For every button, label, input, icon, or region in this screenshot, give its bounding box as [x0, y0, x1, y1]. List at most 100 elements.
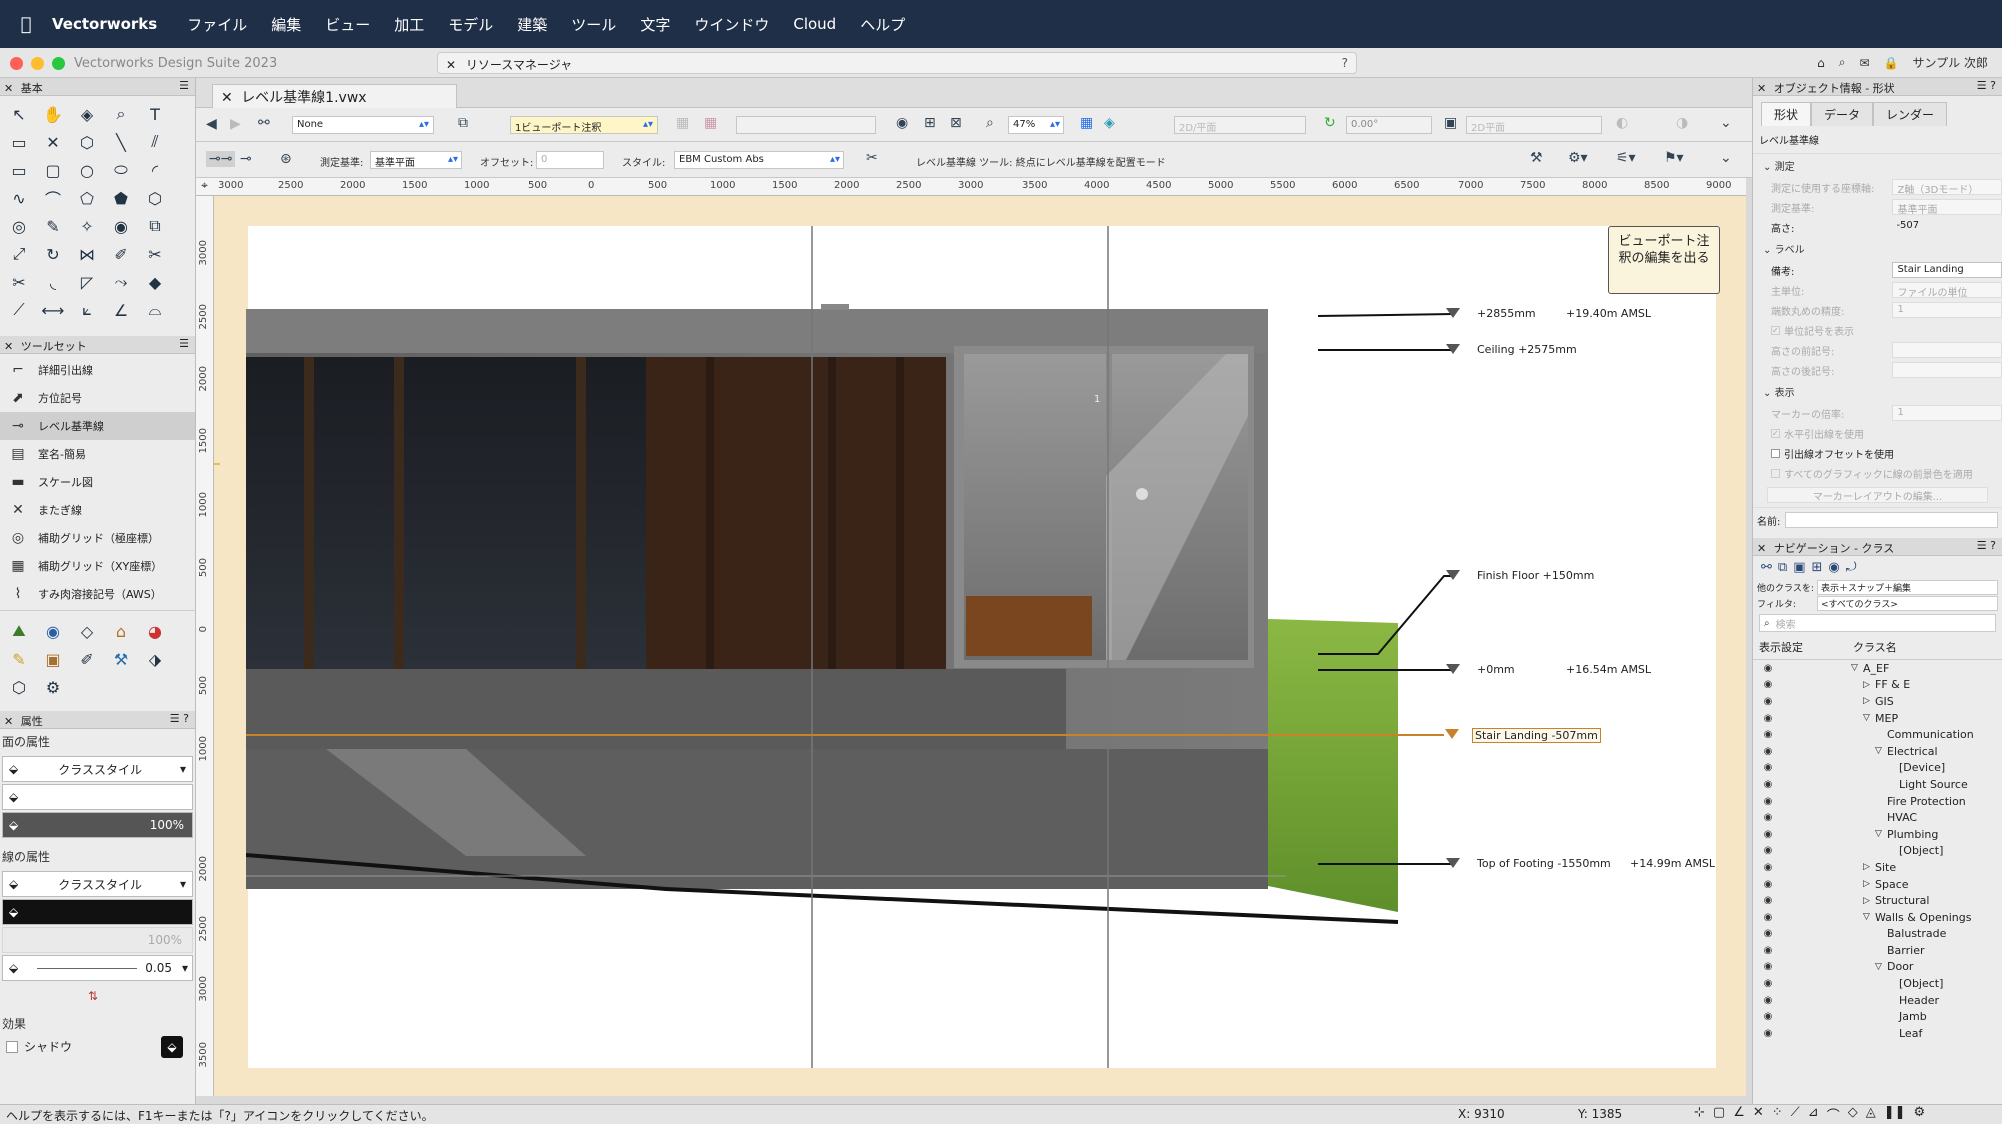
menu-modify[interactable]: 加工 — [382, 14, 436, 35]
line-weight-field[interactable]: ⬙ 0.05 ▾ — [2, 955, 193, 981]
move-by-points-tool-icon[interactable]: ⤢ — [2, 240, 36, 268]
toolset-item-xy-grid[interactable]: ▦ 補助グリッド（XY座標） — [0, 552, 195, 580]
constrained-dim-tool-icon[interactable]: ⟀ — [70, 296, 104, 324]
eye-icon[interactable]: ◉ — [1759, 862, 1777, 873]
unit-select[interactable]: ファイルの単位 — [1892, 282, 2002, 299]
eye-icon[interactable]: ◉ — [1759, 961, 1777, 972]
spiral-tool-icon[interactable]: ◎ — [2, 212, 36, 240]
polyline-tool-icon[interactable]: ⌒ — [36, 184, 70, 212]
offset-tool-icon[interactable]: ⤳ — [104, 268, 138, 296]
layers-icon[interactable]: ⧉ — [458, 115, 468, 131]
view-type-select[interactable]: 2D/平面 — [1174, 116, 1306, 134]
all-graphic-checkbox[interactable] — [1771, 468, 1780, 478]
snap-angle-icon[interactable]: ∠ — [1733, 1105, 1745, 1124]
class-list-item[interactable]: ◉ ▽ Door — [1753, 959, 2002, 976]
shadow-settings-icon[interactable]: ⬙ — [161, 1035, 183, 1058]
disclosure-arrow-icon[interactable]: ▷ — [1863, 879, 1875, 889]
class-list-item[interactable]: ◉ ▷ Site — [1753, 859, 2002, 876]
col-class-name[interactable]: クラス名 — [1853, 639, 1897, 655]
eye-icon[interactable]: ◉ — [1759, 779, 1777, 790]
tab-shape[interactable]: 形状 — [1761, 102, 1812, 126]
class-list-item[interactable]: ◉ ▽ Walls & Openings — [1753, 909, 2002, 926]
home-icon[interactable]: ⌂ — [1817, 56, 1825, 70]
nav-layers-icon[interactable]: ⧉ — [1778, 560, 1787, 575]
mode-endpoint-icon[interactable]: ⊸⊸ — [206, 151, 236, 167]
snap-options-icon[interactable]: ⚑▾ — [1664, 150, 1684, 166]
visibility-tool-icon[interactable]: ◉ — [104, 212, 138, 240]
double-line-tool-icon[interactable]: ⫽ — [138, 128, 172, 156]
fill-style-select[interactable]: ⬙ クラススタイル ▾ — [2, 756, 193, 782]
flyover-tool-icon[interactable]: ◈ — [70, 100, 104, 128]
filter-select[interactable]: <すべてのクラス> — [1817, 595, 1998, 611]
user-name[interactable]: サンプル 次郎 — [1913, 54, 1988, 71]
toolset-item-polar-grid[interactable]: ◎ 補助グリッド（極座標） — [0, 524, 195, 552]
toolset-item-cross-line[interactable]: ✕ またぎ線 — [0, 496, 195, 524]
menu-text[interactable]: 文字 — [628, 14, 682, 35]
menu-help[interactable]: ヘルプ — [848, 14, 917, 35]
exit-annotation-button[interactable]: ビューポート注釈の編集を出る — [1608, 226, 1720, 294]
class-list-item[interactable]: ◉ Leaf — [1753, 1025, 2002, 1042]
split-tool-icon[interactable]: ✂ — [138, 240, 172, 268]
rounding-select[interactable]: 1 — [1892, 302, 2002, 318]
attribute-mapping-tool-icon[interactable]: ✧ — [70, 212, 104, 240]
class-list-item[interactable]: ◉ Barrier — [1753, 942, 2002, 959]
reshape-tool-icon[interactable]: ✐ — [104, 240, 138, 268]
selection-tool-icon[interactable]: ↖ — [2, 100, 36, 128]
eye-icon[interactable]: ◉ — [1759, 1028, 1777, 1039]
other-classes-select[interactable]: 表示＋スナップ＋編集 — [1817, 579, 1998, 595]
section-display[interactable]: ⌄ 表示 — [1753, 380, 2002, 403]
zoom-field[interactable]: 47% ▴▾ — [1008, 116, 1064, 134]
toolset-item-scale-bar[interactable]: ▬ スケール図 — [0, 468, 195, 496]
eye-icon[interactable]: ◉ — [1759, 762, 1777, 773]
class-list-item[interactable]: ◉ Fire Protection — [1753, 793, 2002, 810]
tool-preferences-icon[interactable]: ✂ — [866, 150, 878, 166]
sheet-area[interactable]: ビューポート注釈の編集を出る +2855mm +19.40m AMSL Ceil… — [246, 226, 1720, 1068]
class-list-item[interactable]: ◉ Header — [1753, 992, 2002, 1009]
class-list-item[interactable]: ◉ ▷ Structural — [1753, 892, 2002, 909]
class-list-item[interactable]: ◉ ▷ FF & E — [1753, 677, 2002, 694]
nav-sheet-icon[interactable]: ▣ — [1793, 560, 1805, 575]
nav-classes-icon[interactable]: ⚯ — [1761, 560, 1772, 575]
pan-tool-icon[interactable]: ✋ — [36, 100, 70, 128]
eye-icon[interactable]: ◉ — [1759, 696, 1777, 707]
eye-icon[interactable]: ◉ — [1759, 746, 1777, 757]
snap-point-icon[interactable]: ⊿ — [1808, 1105, 1819, 1124]
building-shell-toolset-icon[interactable]: ◇ — [70, 617, 104, 645]
offset-field[interactable]: 0 — [536, 151, 604, 169]
plane-icon[interactable]: ▣ — [1444, 115, 1457, 131]
dims-toolset-icon[interactable]: ✐ — [70, 645, 104, 673]
detailing-toolset-icon[interactable]: ⚒ — [104, 645, 138, 673]
zoom-fit-icon[interactable]: ⊞ — [924, 115, 936, 131]
toolset-item-detail-callout[interactable]: ⌐ 詳細引出線 — [0, 356, 195, 384]
apple-icon[interactable]:  — [0, 14, 52, 35]
class-list-item[interactable]: ◉ ▽ MEP — [1753, 710, 2002, 727]
box-toolset-icon[interactable]: ▣ — [36, 645, 70, 673]
fill-opacity-field[interactable]: ⬙ 100% — [2, 812, 193, 838]
mode-settings-icon[interactable]: ⊛ — [280, 151, 292, 167]
toolset-item-weld-symbol[interactable]: ⌇ すみ肉溶接記号（AWS） — [0, 580, 195, 608]
toolset-item-level-datum[interactable]: ⊸ レベル基準線 — [0, 412, 195, 440]
lighting-icon[interactable]: ◑ — [1676, 115, 1688, 131]
snap-tangent-icon[interactable]: ⟋ — [1791, 1105, 1800, 1124]
col-visibility[interactable]: 表示設定 — [1759, 639, 1853, 655]
arc-tool-icon[interactable]: ◜ — [138, 156, 172, 184]
gear-icon[interactable]: ⚙ — [1914, 1105, 1926, 1124]
horizontal-leader-checkbox[interactable]: ✓ — [1771, 428, 1780, 438]
eye-icon[interactable]: ◉ — [1759, 1011, 1777, 1022]
rotate-tool-icon[interactable]: ↻ — [36, 240, 70, 268]
class-search[interactable]: ⌕ 検索 — [1759, 614, 1996, 632]
disclosure-arrow-icon[interactable]: ▷ — [1863, 896, 1875, 906]
disclosure-arrow-icon[interactable]: ▽ — [1875, 962, 1887, 972]
snap-grid-icon[interactable]: ⊹ — [1694, 1105, 1705, 1124]
nav-symbols-icon[interactable]: ⊞ — [1812, 560, 1823, 575]
search-icon[interactable]: ⌕ — [1839, 55, 1846, 70]
mirror-tool-icon[interactable]: ⋈ — [70, 240, 104, 268]
rotation-field[interactable]: 0.00° — [1346, 116, 1432, 134]
smart-cursor-icon[interactable]: ⚟▾ — [1616, 150, 1636, 166]
disclosure-arrow-icon[interactable]: ▷ — [1863, 862, 1875, 872]
snap-tool-icon[interactable]: ⚒ — [1530, 150, 1543, 166]
close-icon[interactable]: ✕ — [4, 82, 13, 95]
render-mode-icon[interactable]: ◐ — [1616, 115, 1628, 131]
menu-app-name[interactable]: Vectorworks — [52, 15, 175, 33]
height-field[interactable]: -507 — [1892, 219, 2002, 235]
